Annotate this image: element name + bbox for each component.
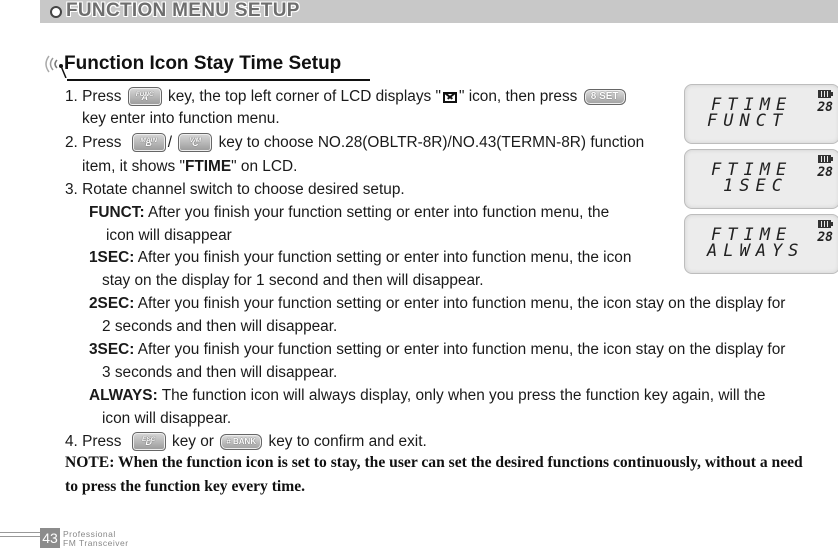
envelope-icon: [442, 92, 457, 103]
key-a-func-icon: A FUNC: [127, 87, 162, 107]
battery-icon: [818, 155, 833, 163]
step-text: key, the top left corner of LCD displays…: [168, 88, 441, 105]
step-2-line-2: item, it shows "FTIME" on LCD.: [82, 158, 298, 175]
key-c-vm-icon: C V/M: [178, 133, 213, 153]
separator: /: [167, 134, 173, 151]
lcd-line-2: 1SEC: [723, 176, 788, 196]
option-label: 1SEC:: [89, 249, 135, 266]
lcd-line-2: ALWAYS: [707, 241, 805, 261]
footer-rule: [0, 532, 40, 533]
ftime-label: FTIME: [184, 158, 232, 175]
lcd-display-funct: FTIME FUNCT 28: [684, 84, 838, 144]
footer-label-line-2: FM Transceiver: [63, 538, 129, 548]
page-number: 43: [40, 528, 60, 548]
key-8-set-icon: 8 SET: [583, 88, 626, 105]
battery-icon: [818, 90, 833, 98]
step-text: " icon, then press: [458, 88, 578, 105]
lcd-line-2: FUNCT: [707, 111, 789, 131]
step-2-line-1: 2. Press B MAIN / C V/M key to choose NO.28…: [65, 133, 644, 153]
option-always-line-2: icon will disappear.: [102, 410, 232, 427]
option-funct-line-2: icon will disappear: [106, 227, 232, 244]
option-label: 2SEC:: [89, 295, 135, 312]
lcd-display-always: FTIME ALWAYS 28: [684, 214, 838, 274]
note-line-1: NOTE: When the function icon is set to s…: [65, 454, 803, 471]
chapter-title: FUNCTION MENU SETUP: [66, 0, 300, 21]
lcd-channel: 28: [817, 165, 833, 180]
battery-icon: [818, 220, 833, 228]
step-1-line-2: key enter into function menu.: [82, 110, 280, 127]
lcd-channel: 28: [817, 230, 833, 245]
section-underline: [67, 79, 370, 81]
option-2sec-line-1: 2SEC: After you finish your function set…: [89, 295, 786, 312]
option-label: FUNCT:: [89, 204, 145, 221]
option-always-line-1: ALWAYS: The function icon will always di…: [89, 387, 766, 404]
step-text: key to choose NO.28(OBLTR-8R)/NO.43(TERM…: [218, 134, 645, 151]
step-text: 1. Press: [65, 88, 122, 105]
step-text: 2. Press: [65, 134, 122, 151]
key-hash-bank-icon: # BANK: [220, 433, 263, 450]
footer-rule: [0, 536, 40, 537]
chapter-header-bar: FUNCTION MENU SETUP: [40, 0, 838, 23]
step-4: 4. Press D ESC key or # BANK key to confi…: [65, 432, 427, 452]
option-funct-line-1: FUNCT: After you finish your function se…: [89, 204, 610, 221]
option-1sec-line-1: 1SEC: After you finish your function set…: [89, 249, 632, 266]
option-2sec-line-2: 2 seconds and then will disappear.: [102, 318, 338, 335]
note-line-2: to press the function key every time.: [65, 478, 306, 495]
lcd-display-1sec: FTIME 1SEC 28: [684, 149, 838, 209]
option-3sec-line-2: 3 seconds and then will disappear.: [102, 364, 338, 381]
section-title: Function Icon Stay Time Setup: [64, 53, 342, 74]
option-1sec-line-2: stay on the display for 1 second and the…: [102, 272, 484, 289]
lcd-channel: 28: [817, 100, 833, 115]
step-1-line-1: 1. Press A FUNC key, the top left corner …: [65, 87, 628, 107]
bullet-circle-icon: [50, 6, 62, 18]
key-d-esc-icon: D ESC: [131, 432, 166, 452]
option-label: ALWAYS:: [89, 387, 158, 404]
option-3sec-line-1: 3SEC: After you finish your function set…: [89, 341, 786, 358]
key-b-main-icon: B MAIN: [131, 133, 166, 153]
step-3: 3. Rotate channel switch to choose desir…: [65, 181, 405, 198]
option-label: 3SEC:: [89, 341, 135, 358]
